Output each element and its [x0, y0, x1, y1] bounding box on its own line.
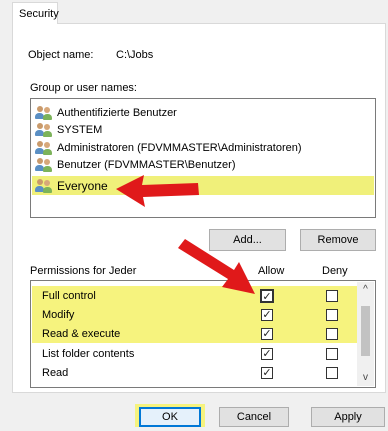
permission-name: Read	[42, 366, 69, 379]
users-group-icon	[35, 105, 54, 120]
permission-name: Read & execute	[42, 327, 121, 340]
remove-button[interactable]: Remove	[300, 229, 376, 251]
list-item-label: Administratoren (FDVMMASTER\Administrato…	[57, 141, 302, 154]
users-group-icon	[35, 122, 54, 137]
ok-button[interactable]: OK	[139, 407, 201, 427]
permissions-label: Permissions for Jeder	[30, 265, 137, 277]
allow-checkbox[interactable]: ✓	[261, 328, 273, 340]
list-item[interactable]: SYSTEM	[32, 121, 374, 138]
allow-checkbox[interactable]: ✓	[261, 309, 273, 321]
allow-checkbox[interactable]: ✓	[260, 289, 274, 303]
users-group-icon	[35, 157, 54, 172]
permission-row-list-folder-contents: List folder contents ✓	[32, 344, 358, 363]
deny-checkbox[interactable]	[326, 367, 338, 379]
red-arrow-icon	[178, 239, 255, 294]
list-item-label: Authentifizierte Benutzer	[57, 106, 177, 119]
deny-checkbox[interactable]	[326, 348, 338, 360]
tab-security-label: Security	[19, 8, 59, 20]
list-item-label: Everyone	[57, 178, 108, 193]
scrollbar-thumb[interactable]	[361, 306, 370, 356]
tab-security[interactable]: Security	[12, 2, 59, 24]
red-arrow-icon	[116, 175, 199, 207]
allow-checkbox[interactable]: ✓	[261, 367, 273, 379]
permission-name: Modify	[42, 308, 75, 321]
deny-checkbox[interactable]	[326, 328, 338, 340]
users-group-icon	[35, 140, 54, 155]
permissions-scrollbar[interactable]: ^ v	[357, 282, 374, 386]
list-item-label: SYSTEM	[57, 123, 103, 136]
deny-checkbox[interactable]	[326, 309, 338, 321]
deny-checkbox[interactable]	[326, 290, 338, 302]
permission-row-read-execute: Read & execute ✓	[32, 324, 358, 343]
chevron-down-icon[interactable]: v	[357, 370, 374, 386]
list-item-label: Benutzer (FDVMMASTER\Benutzer)	[57, 158, 236, 171]
chevron-up-icon[interactable]: ^	[357, 282, 374, 298]
allow-header: Allow	[258, 265, 285, 277]
apply-button[interactable]: Apply	[311, 407, 385, 427]
allow-checkbox[interactable]: ✓	[261, 348, 273, 360]
permission-row-modify: Modify ✓	[32, 305, 358, 324]
permission-name: Full control	[42, 289, 96, 302]
users-group-icon	[35, 178, 54, 193]
permission-row-read: Read ✓	[32, 363, 358, 382]
permission-name: List folder contents	[42, 347, 135, 360]
group-user-names-label: Group or user names:	[30, 82, 137, 94]
list-item[interactable]: Administratoren (FDVMMASTER\Administrato…	[32, 139, 374, 156]
object-name-value: C:\Jobs	[116, 49, 154, 61]
deny-header: Deny	[322, 265, 348, 277]
list-item[interactable]: Authentifizierte Benutzer	[32, 104, 374, 121]
cancel-button[interactable]: Cancel	[219, 407, 289, 427]
object-name-label: Object name:	[28, 49, 94, 61]
